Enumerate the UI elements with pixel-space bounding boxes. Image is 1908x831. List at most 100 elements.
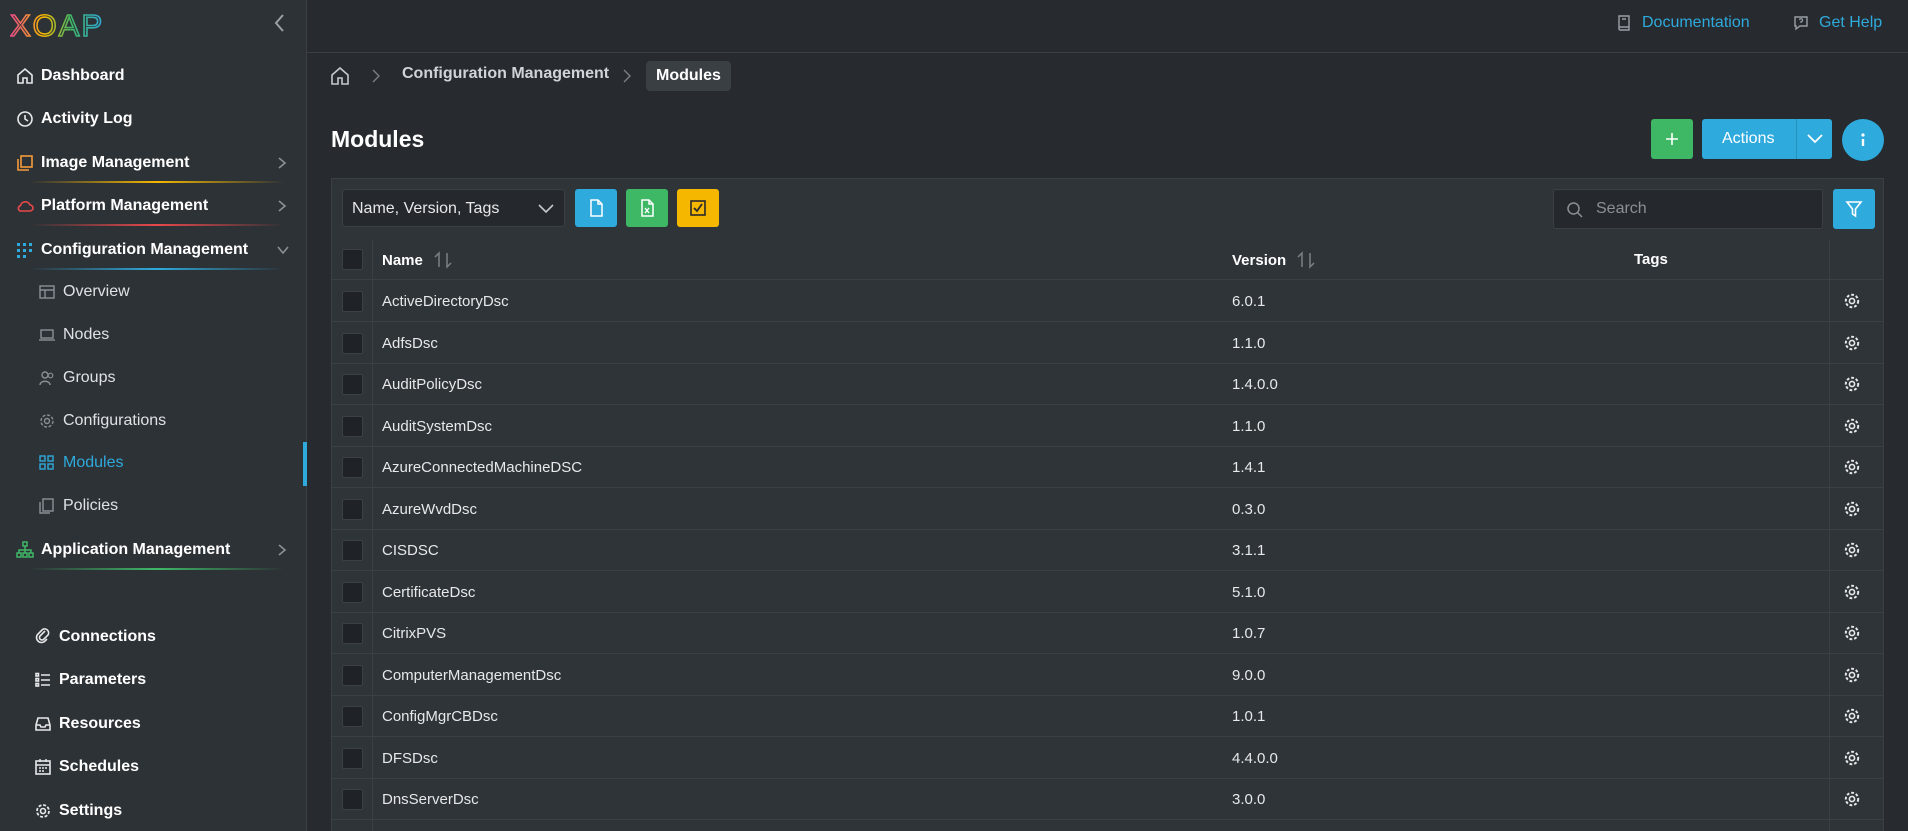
table-row[interactable]: AzureConnectedMachineDSC 1.4.1 <box>332 447 1883 488</box>
table-row[interactable]: CISDSC 3.1.1 <box>332 530 1883 571</box>
row-checkbox[interactable] <box>342 706 363 727</box>
breadcrumb-separator-icon <box>623 69 631 83</box>
row-checkbox[interactable] <box>342 457 363 478</box>
sidebar-item-label: Parameters <box>59 671 147 688</box>
sidebar-item-label: Resources <box>59 715 141 732</box>
sidebar-item-schedules[interactable]: Schedules <box>0 752 300 782</box>
row-settings-gear-icon[interactable] <box>1843 500 1861 518</box>
table-row[interactable]: AuditSystemDsc 1.1.0 <box>332 406 1883 447</box>
select-all-checkbox[interactable] <box>342 249 363 270</box>
row-settings-gear-icon[interactable] <box>1843 749 1861 767</box>
column-header-name[interactable]: Name <box>382 251 453 269</box>
collapse-sidebar-icon[interactable] <box>270 12 290 34</box>
sidebar-item-label: Modules <box>63 454 124 471</box>
table-row[interactable]: AdfsDsc 1.1.0 <box>332 323 1883 364</box>
row-settings-gear-icon[interactable] <box>1843 583 1861 601</box>
book-icon <box>1618 15 1630 31</box>
columns-select[interactable]: Name, Version, Tags <box>342 189 565 227</box>
row-settings-gear-icon[interactable] <box>1843 790 1861 808</box>
row-settings-gear-icon[interactable] <box>1843 417 1861 435</box>
module-name: AuditPolicyDsc <box>382 376 483 393</box>
sidebar-item-label: Activity Log <box>41 110 133 127</box>
row-settings-gear-icon[interactable] <box>1843 375 1861 393</box>
column-header-version[interactable]: Version <box>1232 251 1316 269</box>
table-row[interactable]: DnsServerDsc 3.0.0 <box>332 779 1883 820</box>
row-settings-gear-icon[interactable] <box>1843 666 1861 684</box>
export-file-button[interactable] <box>575 189 617 227</box>
row-settings-gear-icon[interactable] <box>1843 334 1861 352</box>
module-version: 3.1.1 <box>1232 542 1266 559</box>
table-row[interactable]: DFSDsc 4.4.0.0 <box>332 738 1883 779</box>
table-row[interactable]: ComputerManagementDsc 9.0.0 <box>332 655 1883 696</box>
table-row[interactable]: AzureWvdDsc 0.3.0 <box>332 489 1883 530</box>
sidebar-item-nodes[interactable]: Nodes <box>0 320 300 350</box>
row-checkbox[interactable] <box>342 581 363 603</box>
sidebar-item-configurations[interactable]: Configurations <box>0 406 300 436</box>
export-excel-button[interactable] <box>626 189 668 227</box>
filter-button[interactable] <box>1833 189 1875 229</box>
actions-label: Actions <box>1722 130 1775 147</box>
sidebar-item-application-management[interactable]: Application Management <box>0 535 300 565</box>
column-header-label: Version <box>1232 251 1287 269</box>
chevron-right-icon <box>278 200 287 212</box>
sort-icon[interactable] <box>433 251 453 269</box>
table-row[interactable]: AuditPolicyDsc 1.4.0.0 <box>332 364 1883 405</box>
sidebar-item-overview[interactable]: Overview <box>0 277 300 307</box>
row-checkbox[interactable] <box>342 789 363 810</box>
row-checkbox[interactable] <box>342 747 363 769</box>
sort-icon[interactable] <box>1296 251 1316 269</box>
xoap-logo[interactable]: XOAP <box>10 9 120 43</box>
row-settings-gear-icon[interactable] <box>1843 292 1861 310</box>
sidebar-item-activity-log[interactable]: Activity Log <box>0 104 300 134</box>
chevron-down-icon[interactable] <box>1806 132 1824 146</box>
sidebar-item-label: Overview <box>63 283 130 300</box>
add-button[interactable] <box>1651 119 1693 159</box>
columns-select-value: Name, Version, Tags <box>352 200 500 217</box>
get-help-link[interactable]: Get Help <box>1793 14 1882 32</box>
row-checkbox[interactable] <box>342 332 363 354</box>
sidebar-item-image-management[interactable]: Image Management <box>0 148 300 178</box>
documentation-link[interactable]: Documentation <box>1616 14 1750 32</box>
list-icon <box>35 672 50 687</box>
sidebar-item-label: Groups <box>63 369 116 386</box>
search-input[interactable] <box>1596 198 1816 220</box>
cloud-icon <box>17 201 34 212</box>
breadcrumb-item[interactable]: Configuration Management <box>402 65 609 83</box>
row-checkbox[interactable] <box>342 623 363 644</box>
sidebar-item-dashboard[interactable]: Dashboard <box>0 61 300 91</box>
row-checkbox[interactable] <box>342 540 363 561</box>
row-settings-gear-icon[interactable] <box>1843 707 1861 725</box>
row-checkbox[interactable] <box>342 291 363 312</box>
chevron-right-icon <box>278 157 287 169</box>
table-row[interactable]: CitrixPVS 1.0.7 <box>332 613 1883 654</box>
sidebar-item-groups[interactable]: Groups <box>0 363 300 393</box>
table-row[interactable]: ConfigMgrCBDsc 1.0.1 <box>332 696 1883 737</box>
column-header-label: Tags <box>1634 251 1668 268</box>
row-settings-gear-icon[interactable] <box>1843 624 1861 642</box>
module-version: 1.1.0 <box>1232 334 1266 352</box>
sidebar-item-settings[interactable]: Settings <box>0 796 300 826</box>
row-settings-gear-icon[interactable] <box>1843 541 1861 559</box>
module-name: AzureConnectedMachineDSC <box>382 459 583 476</box>
sidebar-item-platform-management[interactable]: Platform Management <box>0 191 300 221</box>
sidebar-item-connections[interactable]: Connections <box>0 622 300 652</box>
row-checkbox[interactable] <box>342 374 363 395</box>
table-row[interactable]: ActiveDirectoryDsc 6.0.1 <box>332 281 1883 322</box>
sidebar-item-parameters[interactable]: Parameters <box>0 665 300 695</box>
module-version: 9.0.0 <box>1232 666 1266 684</box>
info-button[interactable] <box>1842 119 1884 161</box>
row-checkbox[interactable] <box>342 498 363 520</box>
sidebar-item-modules[interactable]: Modules <box>0 448 300 478</box>
actions-dropdown-button[interactable]: Actions <box>1702 119 1832 159</box>
row-checkbox[interactable] <box>342 415 363 437</box>
row-settings-gear-icon[interactable] <box>1843 458 1861 476</box>
table-row[interactable]: CertificateDsc 5.1.0 <box>332 572 1883 613</box>
sidebar-item-label: Application Management <box>41 541 231 558</box>
sidebar-item-configuration-management[interactable]: Configuration Management <box>0 235 300 265</box>
module-name: DFSDsc <box>382 749 438 767</box>
select-all-button[interactable] <box>677 189 719 227</box>
breadcrumb-home-icon[interactable] <box>329 65 351 87</box>
row-checkbox[interactable] <box>342 664 363 686</box>
sidebar-item-policies[interactable]: Policies <box>0 491 300 521</box>
sidebar-item-resources[interactable]: Resources <box>0 709 300 739</box>
